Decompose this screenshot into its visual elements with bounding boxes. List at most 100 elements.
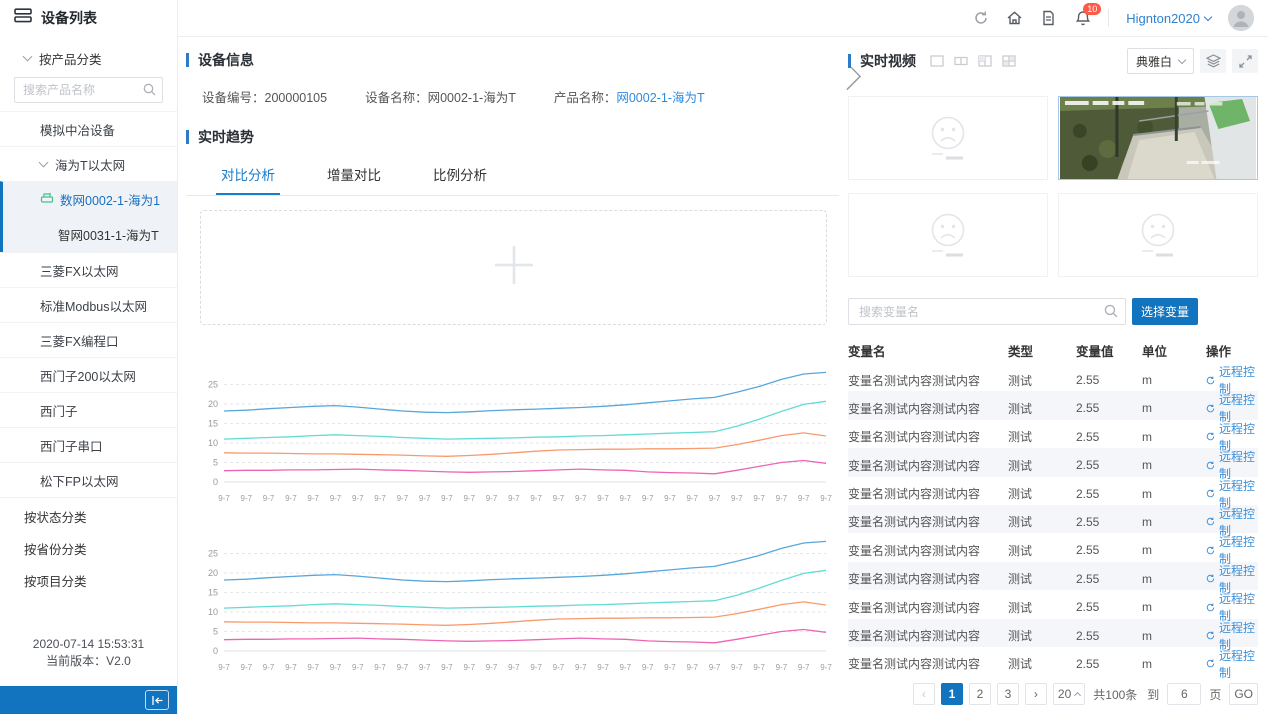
tree-item[interactable]: 西门子 — [0, 392, 177, 427]
layout-single-icon[interactable] — [930, 55, 944, 67]
svg-text:9-7: 9-7 — [441, 494, 453, 503]
trend-tabs: 对比分析 增量对比 比例分析 — [186, 156, 839, 196]
page-size-select[interactable]: 20 — [1053, 683, 1085, 705]
device-info-field: 设备名称：网0002-1-海为T — [365, 87, 516, 106]
video-slot-3[interactable] — [848, 193, 1048, 277]
tree-item[interactable]: 三菱FX以太网 — [0, 252, 177, 287]
svg-text:15: 15 — [208, 419, 218, 429]
svg-text:9-7: 9-7 — [419, 663, 431, 672]
remote-control-label: 远程控制 — [1219, 647, 1258, 681]
remote-control-link[interactable]: 远程控制 — [1206, 647, 1258, 681]
avatar[interactable] — [1228, 5, 1254, 31]
prev-page-button[interactable]: ‹ — [913, 683, 935, 705]
theme-select[interactable]: 典雅白 — [1127, 48, 1194, 74]
svg-text:9-7: 9-7 — [620, 494, 632, 503]
tree-item[interactable]: 西门子串口 — [0, 427, 177, 462]
username: Hignton2020 — [1126, 11, 1200, 26]
page: 设备列表 10 Hignton2020 — [0, 0, 1268, 714]
video-slot-2[interactable] — [1058, 96, 1258, 180]
go-button[interactable]: GO — [1229, 683, 1258, 705]
tree-item[interactable]: 标准Modbus以太网 — [0, 287, 177, 322]
no-video-icon — [1129, 210, 1187, 260]
remote-control-icon — [1206, 658, 1215, 669]
remote-control-icon — [1206, 460, 1215, 471]
trend-chart-2: 05101520259-79-79-79-79-79-79-79-79-79-7… — [194, 522, 836, 679]
chevron-down-icon — [1204, 12, 1212, 20]
tree-item-label: 模拟中冶设备 — [40, 120, 115, 139]
video-layout-switcher — [930, 55, 1016, 67]
sidebar-section[interactable]: 按项目分类 — [0, 564, 177, 596]
svg-text:9-7: 9-7 — [530, 663, 542, 672]
product-name-link[interactable]: 网0002-1-海为T — [616, 91, 704, 105]
variable-search-input[interactable] — [848, 298, 1126, 325]
sidebar-section[interactable]: 按状态分类 — [0, 500, 177, 532]
cell-unit: m — [1142, 515, 1206, 529]
tab-增量对比[interactable]: 增量对比 — [322, 156, 386, 195]
home-icon[interactable] — [1006, 10, 1023, 27]
camera-feed — [1060, 97, 1256, 179]
document-icon[interactable] — [1040, 10, 1057, 27]
next-page-button[interactable]: › — [1025, 683, 1047, 705]
collapse-sidebar-icon[interactable] — [145, 690, 169, 710]
product-search-input[interactable] — [14, 77, 163, 103]
video-slot-4[interactable] — [1058, 193, 1258, 277]
cell-value: 2.55 — [1076, 543, 1142, 557]
table-row: 变量名测试内容测试内容测试2.55m远程控制 — [848, 647, 1258, 675]
layout-two-pane-icon[interactable] — [954, 55, 968, 67]
tree-item[interactable]: 海为T以太网 — [0, 146, 177, 181]
refresh-icon[interactable] — [972, 10, 989, 27]
cell-name: 变量名测试内容测试内容 — [848, 570, 1008, 587]
page-button-2[interactable]: 2 — [969, 683, 991, 705]
page-button-3[interactable]: 3 — [997, 683, 1019, 705]
video-tools: 典雅白 — [1127, 48, 1258, 74]
sidebar-section-product[interactable]: 按产品分类 — [0, 42, 177, 74]
cell-type: 测试 — [1008, 428, 1076, 445]
tree-item-label: 西门子串口 — [40, 436, 103, 455]
device-list-icon — [14, 8, 32, 28]
cell-type: 测试 — [1008, 485, 1076, 502]
cell-unit: m — [1142, 543, 1206, 557]
sidebar-section[interactable]: 按省份分类 — [0, 532, 177, 564]
page-button-1[interactable]: 1 — [941, 683, 963, 705]
svg-text:9-7: 9-7 — [664, 663, 676, 672]
goto-page-input[interactable] — [1167, 683, 1201, 705]
no-video-icon — [919, 210, 977, 260]
svg-text:9-7: 9-7 — [218, 663, 230, 672]
select-variable-button[interactable]: 选择变量 — [1132, 298, 1198, 325]
search-icon — [143, 83, 156, 101]
svg-text:9-7: 9-7 — [530, 494, 542, 503]
tab-对比分析[interactable]: 对比分析 — [216, 156, 280, 195]
column-header: 变量值 — [1076, 341, 1142, 360]
fullscreen-icon[interactable] — [1232, 49, 1258, 73]
cell-unit: m — [1142, 458, 1206, 472]
tree-item[interactable]: 模拟中冶设备 — [0, 111, 177, 146]
series-line-cyan — [224, 570, 826, 608]
video-slot-1[interactable] — [848, 96, 1048, 180]
user-menu[interactable]: Hignton2020 — [1126, 11, 1211, 26]
section-label: 按省份分类 — [24, 539, 87, 558]
cell-value: 2.55 — [1076, 572, 1142, 586]
series-line-blue — [224, 541, 826, 581]
table-row: 变量名测试内容测试内容测试2.55m远程控制 — [848, 477, 1258, 505]
svg-text:9-7: 9-7 — [463, 663, 475, 672]
tree-child-item[interactable]: 智网0031-1-海为T — [3, 217, 177, 252]
tree-child-item[interactable]: 数网0002-1-海为1 — [3, 182, 177, 217]
theme-select-value: 典雅白 — [1136, 53, 1172, 70]
cell-unit: m — [1142, 487, 1206, 501]
tree-item[interactable]: 松下FP以太网 — [0, 462, 177, 497]
cell-type: 测试 — [1008, 627, 1076, 644]
layout-three-pane-icon[interactable] — [978, 55, 992, 67]
layers-icon[interactable] — [1200, 49, 1226, 73]
layout-four-pane-icon[interactable] — [1002, 55, 1016, 67]
svg-text:9-7: 9-7 — [486, 663, 498, 672]
tree-item[interactable]: 三菱FX编程口 — [0, 322, 177, 357]
tree-item[interactable]: 西门子200以太网 — [0, 357, 177, 392]
chevron-down-icon — [1178, 55, 1186, 63]
bell-icon[interactable]: 10 — [1074, 10, 1091, 27]
cell-name: 变量名测试内容测试内容 — [848, 542, 1008, 559]
variable-table: 变量名测试内容测试内容测试2.55m远程控制变量名测试内容测试内容测试2.55m… — [848, 363, 1258, 675]
add-variable-dropzone[interactable] — [200, 210, 827, 325]
section-title-text: 设备信息 — [198, 50, 254, 70]
field-label: 设备名称： — [365, 91, 428, 105]
tab-比例分析[interactable]: 比例分析 — [428, 156, 492, 195]
